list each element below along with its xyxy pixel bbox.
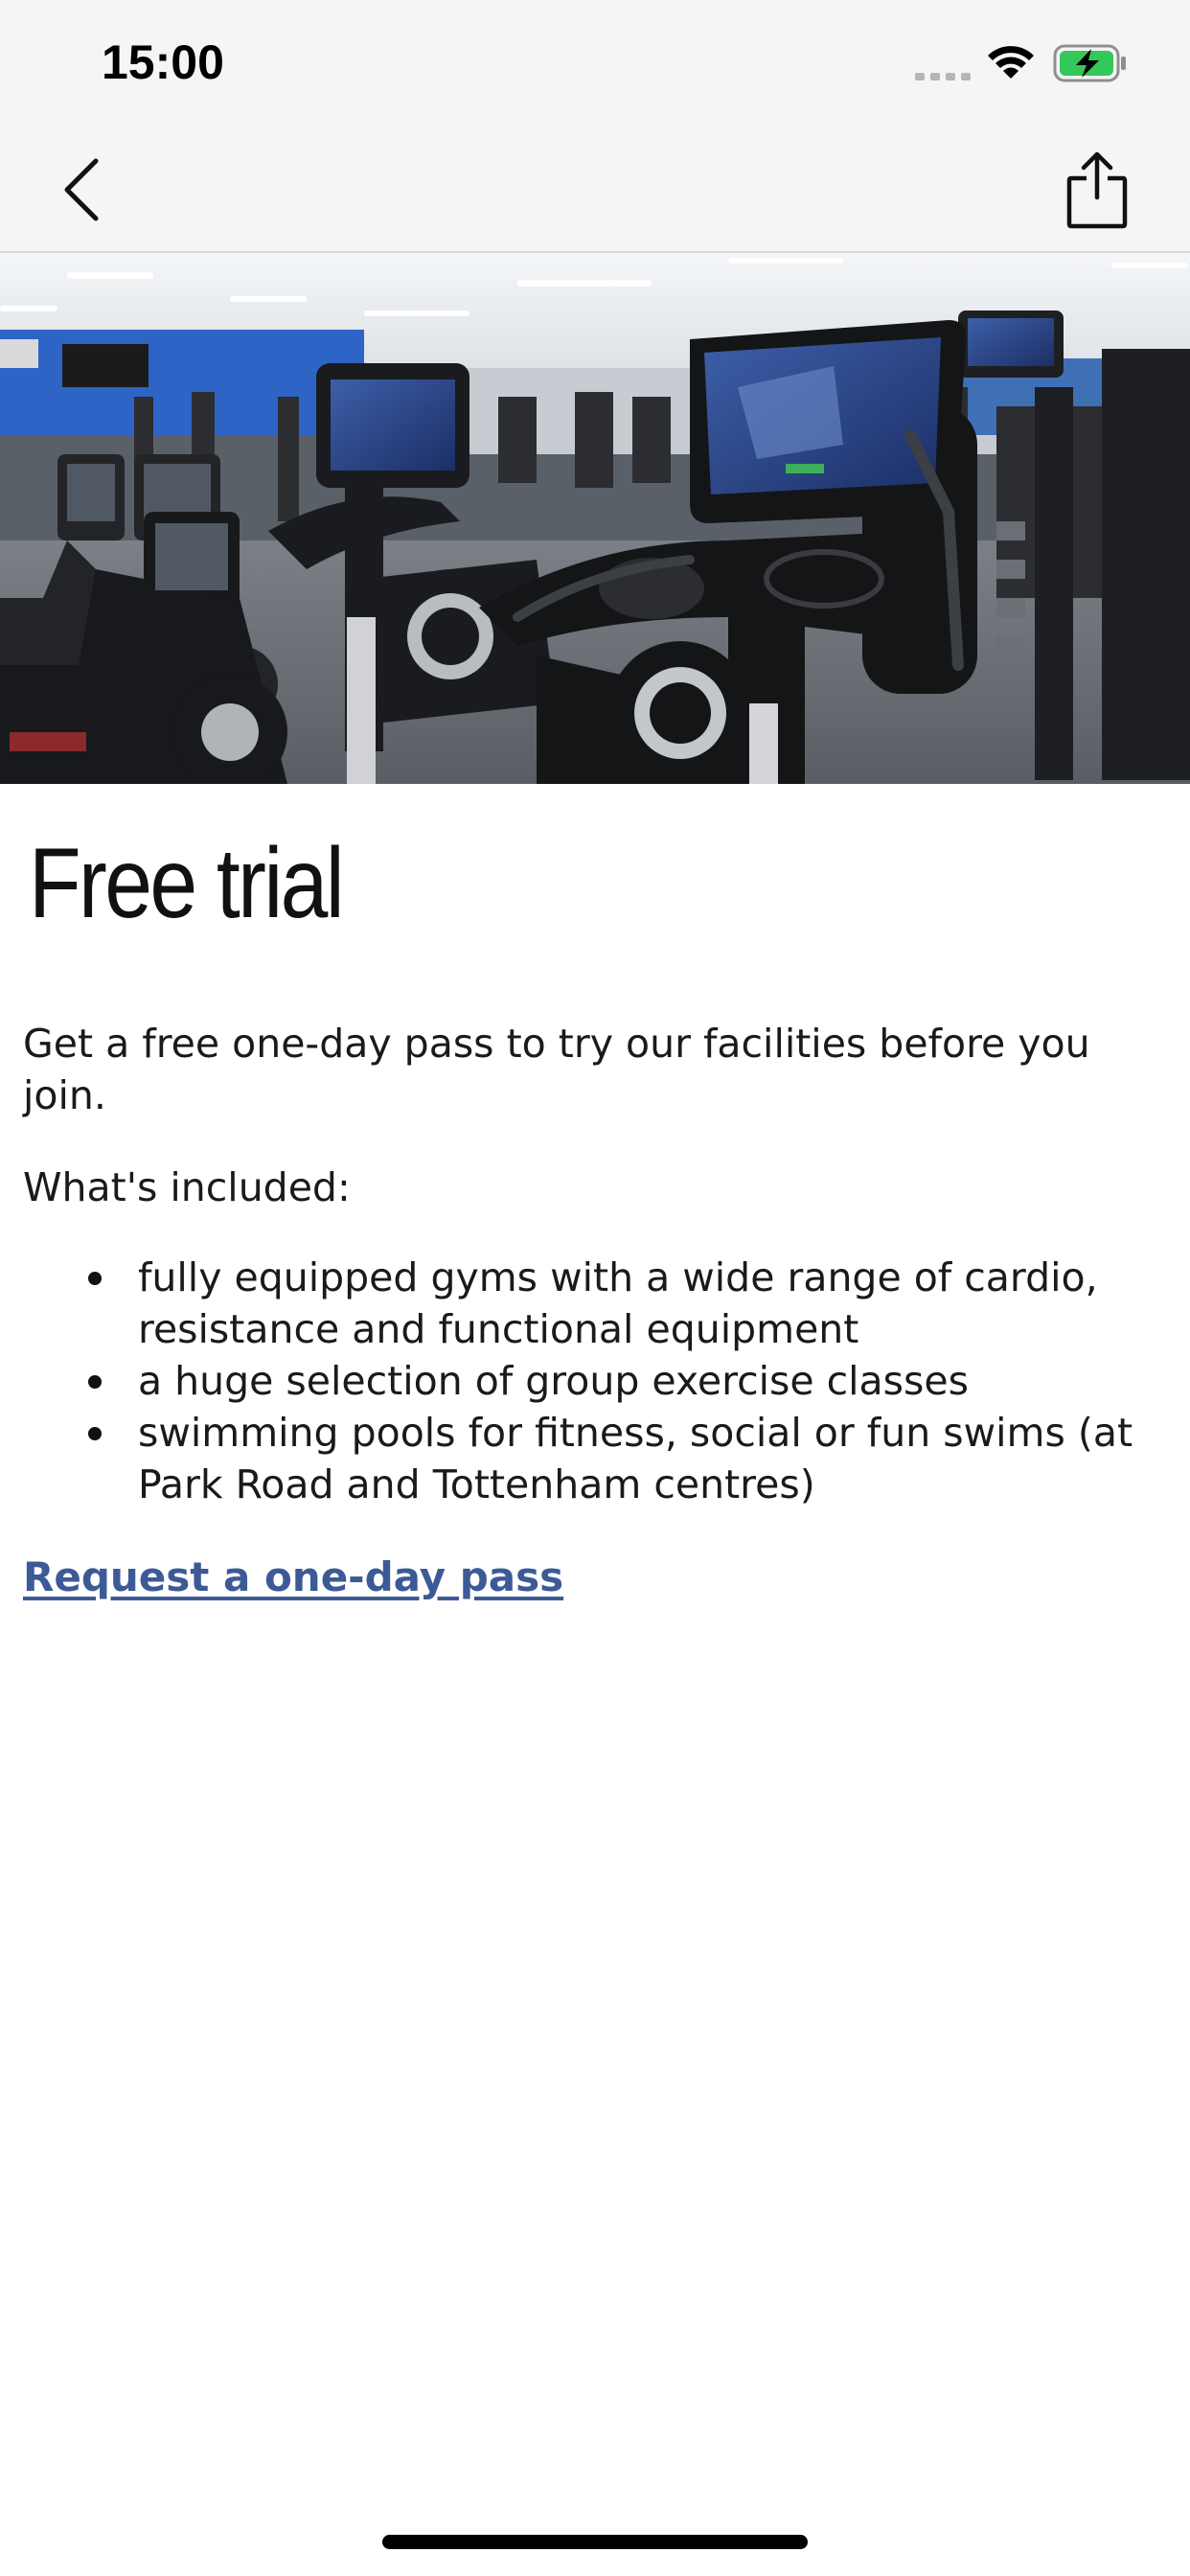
- included-list: fully equipped gyms with a wide range of…: [23, 1252, 1167, 1510]
- bullet-icon: [88, 1272, 102, 1285]
- home-indicator[interactable]: [382, 2535, 808, 2549]
- wifi-icon: [988, 46, 1034, 79]
- gym-exercise-bikes-photo: [0, 253, 1190, 784]
- list-item: a huge selection of group exercise class…: [23, 1355, 1167, 1407]
- request-pass-link[interactable]: Request a one-day pass: [23, 1551, 563, 1604]
- cellular-signal-icon: [915, 73, 971, 80]
- back-button[interactable]: [48, 153, 115, 226]
- battery-charging-icon: [1053, 44, 1126, 82]
- bullet-icon: [88, 1427, 102, 1440]
- chevron-left-icon: [64, 158, 99, 221]
- list-item-text: a huge selection of group exercise class…: [138, 1358, 969, 1404]
- bullet-icon: [88, 1375, 102, 1389]
- status-time: 15:00: [102, 35, 224, 89]
- status-bar: 15:00: [0, 0, 1190, 126]
- list-item-text: fully equipped gyms with a wide range of…: [138, 1254, 1098, 1352]
- page-title: Free trial: [29, 828, 345, 939]
- intro-text: Get a free one-day pass to try our facil…: [23, 1021, 1090, 1118]
- hero-image: [0, 253, 1190, 784]
- share-button[interactable]: [1054, 148, 1140, 234]
- list-item: fully equipped gyms with a wide range of…: [23, 1252, 1167, 1355]
- share-icon: [1066, 151, 1128, 229]
- list-item-text: swimming pools for fitness, social or fu…: [138, 1410, 1133, 1507]
- included-heading: What's included:: [23, 1164, 351, 1210]
- navigation-bar: [0, 126, 1190, 253]
- list-item: swimming pools for fitness, social or fu…: [23, 1407, 1167, 1510]
